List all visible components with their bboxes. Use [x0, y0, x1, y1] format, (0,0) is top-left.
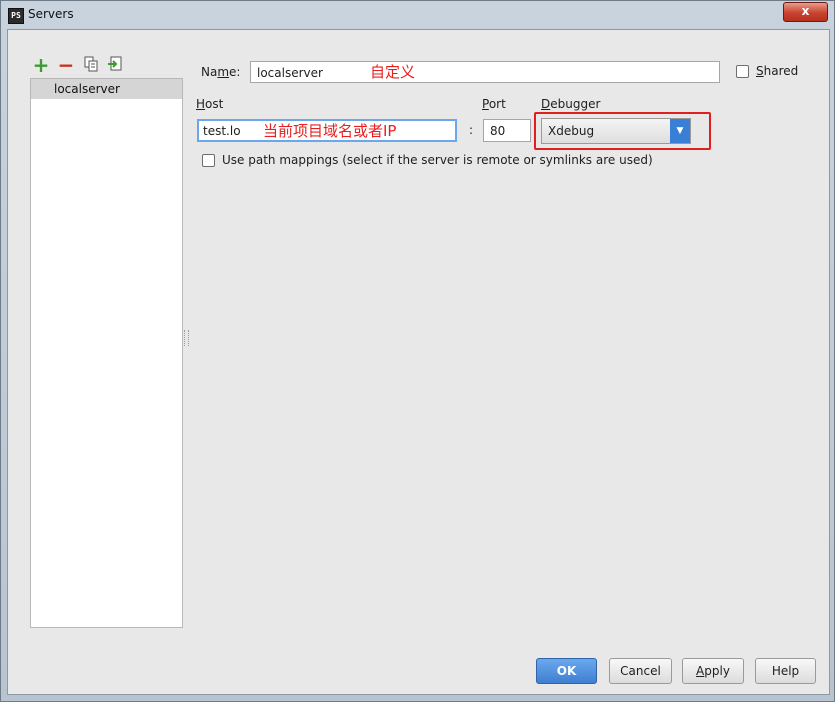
debugger-label: Debugger [541, 97, 601, 111]
add-server-button[interactable]: + [32, 53, 50, 77]
help-button[interactable]: Help [755, 658, 816, 684]
host-value: test.lo [203, 124, 241, 138]
title-bar[interactable]: PS Servers x [1, 1, 834, 29]
host-label: Host [196, 97, 224, 111]
debugger-select[interactable]: Xdebug ▼ [541, 118, 691, 144]
host-annotation: 当前项目域名或者IP [263, 122, 397, 140]
chevron-down-icon: ▼ [670, 119, 690, 143]
close-button[interactable]: x [783, 2, 828, 22]
copy-server-button[interactable] [82, 56, 100, 74]
port-separator: : [469, 123, 474, 137]
name-value: localserver [257, 66, 323, 80]
path-mappings-label: Use path mappings (select if the server … [222, 153, 653, 167]
cancel-button[interactable]: Cancel [609, 658, 672, 684]
debugger-value: Xdebug [548, 124, 595, 138]
name-label: Name: [201, 65, 241, 79]
shared-checkbox[interactable] [736, 65, 749, 78]
ok-button[interactable]: OK [536, 658, 597, 684]
copy-icon [84, 56, 98, 72]
port-value: 80 [490, 124, 506, 138]
path-mappings-checkbox[interactable] [202, 154, 215, 167]
name-annotation: 自定义 [370, 63, 416, 81]
name-input[interactable]: localserver [250, 61, 720, 83]
server-list[interactable]: localserver [30, 78, 183, 628]
phpstorm-app-icon: PS [8, 8, 24, 24]
window-title: Servers [28, 7, 74, 21]
remove-server-button[interactable]: − [57, 53, 75, 77]
apply-button[interactable]: Apply [682, 658, 744, 684]
minus-icon: − [57, 53, 75, 77]
shared-label: Shared [756, 64, 799, 78]
splitter-handle[interactable] [184, 330, 189, 346]
port-input[interactable]: 80 [483, 119, 531, 142]
import-icon [108, 56, 122, 71]
plus-icon: + [32, 53, 50, 77]
server-list-item[interactable]: localserver [31, 79, 182, 99]
servers-dialog: PS Servers x + − localserver Name: local… [0, 0, 835, 702]
import-server-button[interactable] [106, 56, 124, 74]
dialog-content: + − localserver Name: localserver 自定义 Sh… [7, 29, 830, 695]
port-label: Port [482, 97, 506, 111]
